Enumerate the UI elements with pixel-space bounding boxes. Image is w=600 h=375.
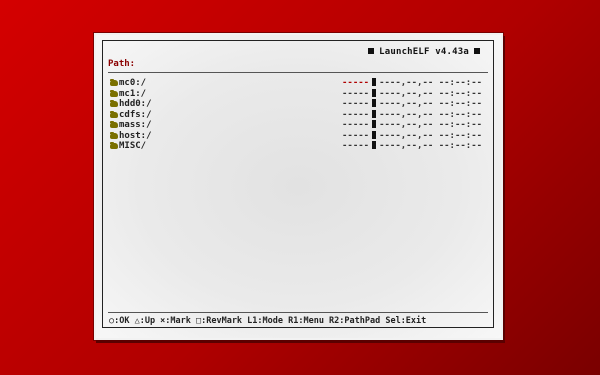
- time-field: --:--:--: [438, 141, 483, 151]
- size-field: -----: [342, 78, 370, 88]
- device-name: mc0:/: [119, 78, 147, 88]
- date-field: ----,--,--: [379, 99, 434, 109]
- list-item[interactable]: mc1:/ ----- ----,--,-- --:--:--: [109, 88, 487, 100]
- file-info: ----- ----,--,-- --:--:--: [342, 78, 482, 89]
- device-name: host:/: [119, 130, 152, 141]
- folder-icon: [110, 79, 118, 86]
- folder-icon: [110, 110, 118, 118]
- divider: [108, 312, 488, 313]
- device-name: hdd0:/: [119, 99, 152, 109]
- list-item[interactable]: mc0:/ ----- ----,--,-- --:--:--: [109, 78, 487, 89]
- date-field: ----,--,--: [379, 88, 434, 99]
- size-field: -----: [342, 109, 370, 120]
- file-info: ----- ----,--,-- --:--:--: [342, 109, 483, 121]
- time-field: --:--:--: [438, 99, 483, 109]
- mark-icon: [372, 109, 377, 118]
- square-icon: [474, 48, 480, 54]
- file-info: ----- ----,--,-- --:--:--: [342, 130, 483, 142]
- app-title-text: LaunchELF v4.43a: [379, 47, 469, 57]
- device-name: mass:/: [119, 120, 152, 130]
- file-info: ----- ----,--,-- --:--:--: [342, 88, 483, 100]
- app-title: LaunchELF v4.43a: [363, 47, 485, 57]
- browser-frame: LaunchELF v4.43a Path: mc0:/ ----- ----,-…: [102, 40, 494, 328]
- size-field: -----: [342, 120, 370, 130]
- time-field: --:--:--: [438, 120, 483, 130]
- list-item[interactable]: cdfs:/ ----- ----,--,-- --:--:--: [109, 109, 487, 121]
- time-field: --:--:--: [438, 78, 483, 88]
- file-info: ----- ----,--,-- --:--:--: [342, 141, 482, 152]
- divider: [108, 72, 488, 73]
- mark-icon: [372, 130, 377, 139]
- mark-icon: [372, 120, 377, 128]
- folder-icon: [110, 89, 118, 97]
- size-field: -----: [342, 88, 370, 99]
- folder-icon: [110, 142, 118, 149]
- folder-icon: [110, 121, 118, 128]
- date-field: ----,--,--: [379, 109, 434, 120]
- size-field: -----: [342, 141, 370, 151]
- time-field: --:--:--: [438, 130, 483, 141]
- square-icon: [368, 48, 375, 54]
- mark-icon: [372, 141, 377, 149]
- mark-icon: [372, 99, 377, 107]
- date-field: ----,--,--: [379, 120, 434, 130]
- button-hints: ○:OK △:Up ×:Mark □:RevMark L1:Mode R1:Me…: [109, 316, 427, 326]
- mark-icon: [372, 88, 377, 97]
- date-field: ----,--,--: [379, 130, 434, 141]
- path-label: Path:: [108, 59, 136, 69]
- date-field: ----,--,--: [379, 78, 434, 88]
- time-field: --:--:--: [438, 109, 483, 120]
- device-list: mc0:/ ----- ----,--,-- --:--:-- mc1:/ ---…: [109, 78, 487, 152]
- file-info: ----- ----,--,-- --:--:--: [342, 120, 482, 131]
- list-item[interactable]: host:/ ----- ----,--,-- --:--:--: [109, 130, 487, 142]
- device-name: cdfs:/: [119, 109, 152, 120]
- folder-icon: [110, 100, 118, 107]
- date-field: ----,--,--: [379, 141, 434, 151]
- list-item[interactable]: hdd0:/ ----- ----,--,-- --:--:--: [109, 99, 487, 110]
- size-field: -----: [342, 99, 370, 109]
- list-item[interactable]: MISC/ ----- ----,--,-- --:--:--: [109, 141, 487, 152]
- file-info: ----- ----,--,-- --:--:--: [342, 99, 482, 110]
- size-field: -----: [342, 130, 370, 141]
- folder-icon: [110, 131, 118, 139]
- time-field: --:--:--: [438, 88, 483, 99]
- cursor-mark-icon: [372, 78, 377, 86]
- list-item[interactable]: mass:/ ----- ----,--,-- --:--:--: [109, 120, 487, 131]
- launchelf-window: LaunchELF v4.43a Path: mc0:/ ----- ----,-…: [94, 33, 503, 340]
- device-name: mc1:/: [119, 88, 147, 99]
- device-name: MISC/: [119, 141, 147, 151]
